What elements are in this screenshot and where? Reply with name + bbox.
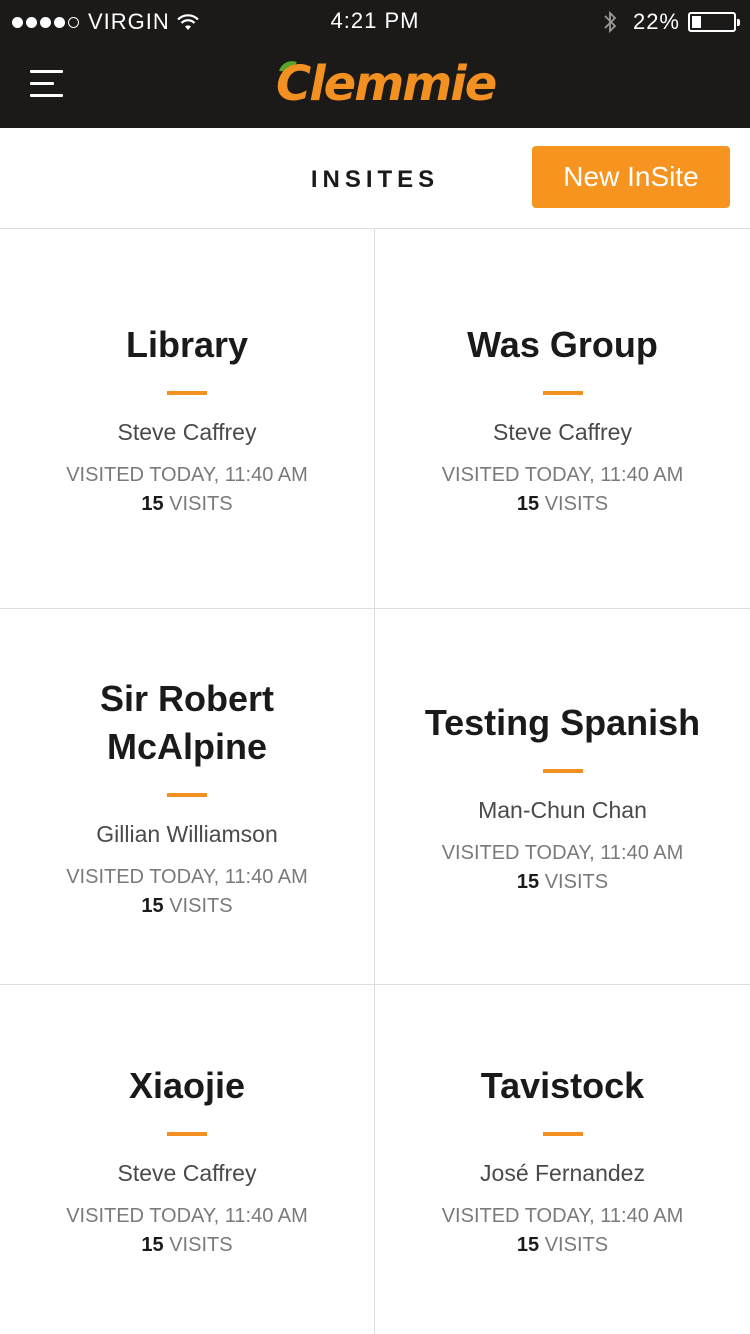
battery-icon xyxy=(688,12,740,32)
app-logo: Clemmie xyxy=(276,56,497,112)
card-visited-time: VISITED TODAY, 11:40 AM xyxy=(441,464,684,486)
visits-label: VISITS xyxy=(169,493,233,515)
nav-bar: Clemmie xyxy=(0,42,750,128)
card-title: Tavistock xyxy=(480,1065,645,1106)
visits-count: 15 xyxy=(516,493,540,515)
hamburger-menu-icon[interactable] xyxy=(30,70,63,98)
insite-card[interactable]: Xiaojie Steve Caffrey VISITED TODAY, 11:… xyxy=(0,985,375,1334)
card-visits: 15 VISITS xyxy=(517,871,608,894)
visits-label: VISITS xyxy=(169,1234,233,1256)
visits-count: 15 xyxy=(516,871,540,893)
card-owner: Steve Caffrey xyxy=(117,419,257,445)
page-header: INSITES New InSite xyxy=(0,128,750,229)
card-visited-time: VISITED TODAY, 11:40 AM xyxy=(441,1205,684,1227)
card-visited-time: VISITED TODAY, 11:40 AM xyxy=(66,1205,308,1227)
visits-count: 15 xyxy=(141,493,164,515)
visits-label: VISITS xyxy=(544,493,609,515)
insite-card[interactable]: Sir Robert McAlpine Gillian Williamson V… xyxy=(0,609,375,985)
card-visits: 15 VISITS xyxy=(517,493,608,516)
visits-label: VISITS xyxy=(544,1234,609,1256)
insite-card[interactable]: Tavistock José Fernandez VISITED TODAY, … xyxy=(375,985,750,1334)
visits-count: 15 xyxy=(141,1234,164,1256)
battery-percentage: 22% xyxy=(632,9,680,34)
insite-card[interactable]: Was Group Steve Caffrey VISITED TODAY, 1… xyxy=(375,229,750,609)
status-bar: VIRGIN 4:21 PM 22% xyxy=(0,0,750,42)
card-divider xyxy=(167,793,207,797)
card-owner: Gillian Williamson xyxy=(96,821,278,847)
card-divider xyxy=(167,391,207,395)
card-visits: 15 VISITS xyxy=(141,493,232,516)
card-title: Xiaojie xyxy=(128,1065,246,1106)
insite-card[interactable]: Library Steve Caffrey VISITED TODAY, 11:… xyxy=(0,229,375,609)
insite-card[interactable]: Testing Spanish Man-Chun Chan VISITED TO… xyxy=(375,609,750,985)
card-owner: Steve Caffrey xyxy=(493,419,632,445)
card-title: Sir Robert McAlpine xyxy=(99,678,275,767)
card-owner: Man-Chun Chan xyxy=(478,797,647,823)
card-visits: 15 VISITS xyxy=(141,895,232,918)
visits-count: 15 xyxy=(516,1234,540,1256)
card-title: Library xyxy=(125,324,249,365)
new-insite-button[interactable]: New InSite xyxy=(532,146,730,208)
status-right-group: 22% xyxy=(603,9,740,35)
visits-count: 15 xyxy=(141,895,164,917)
card-divider xyxy=(542,769,583,773)
card-visits: 15 VISITS xyxy=(141,1234,232,1257)
visits-label: VISITS xyxy=(544,871,609,893)
card-owner: José Fernandez xyxy=(480,1160,645,1186)
card-owner: Steve Caffrey xyxy=(117,1160,257,1186)
card-divider xyxy=(542,1132,583,1136)
visits-label: VISITS xyxy=(169,895,233,917)
card-divider xyxy=(167,1132,207,1136)
card-visited-time: VISITED TODAY, 11:40 AM xyxy=(441,842,684,864)
card-title: Testing Spanish xyxy=(424,702,701,743)
card-visits: 15 VISITS xyxy=(517,1234,608,1257)
card-title: Was Group xyxy=(467,324,658,365)
card-visited-time: VISITED TODAY, 11:40 AM xyxy=(66,866,308,888)
card-visited-time: VISITED TODAY, 11:40 AM xyxy=(66,464,308,486)
card-divider xyxy=(542,391,583,395)
bluetooth-icon xyxy=(604,10,617,34)
